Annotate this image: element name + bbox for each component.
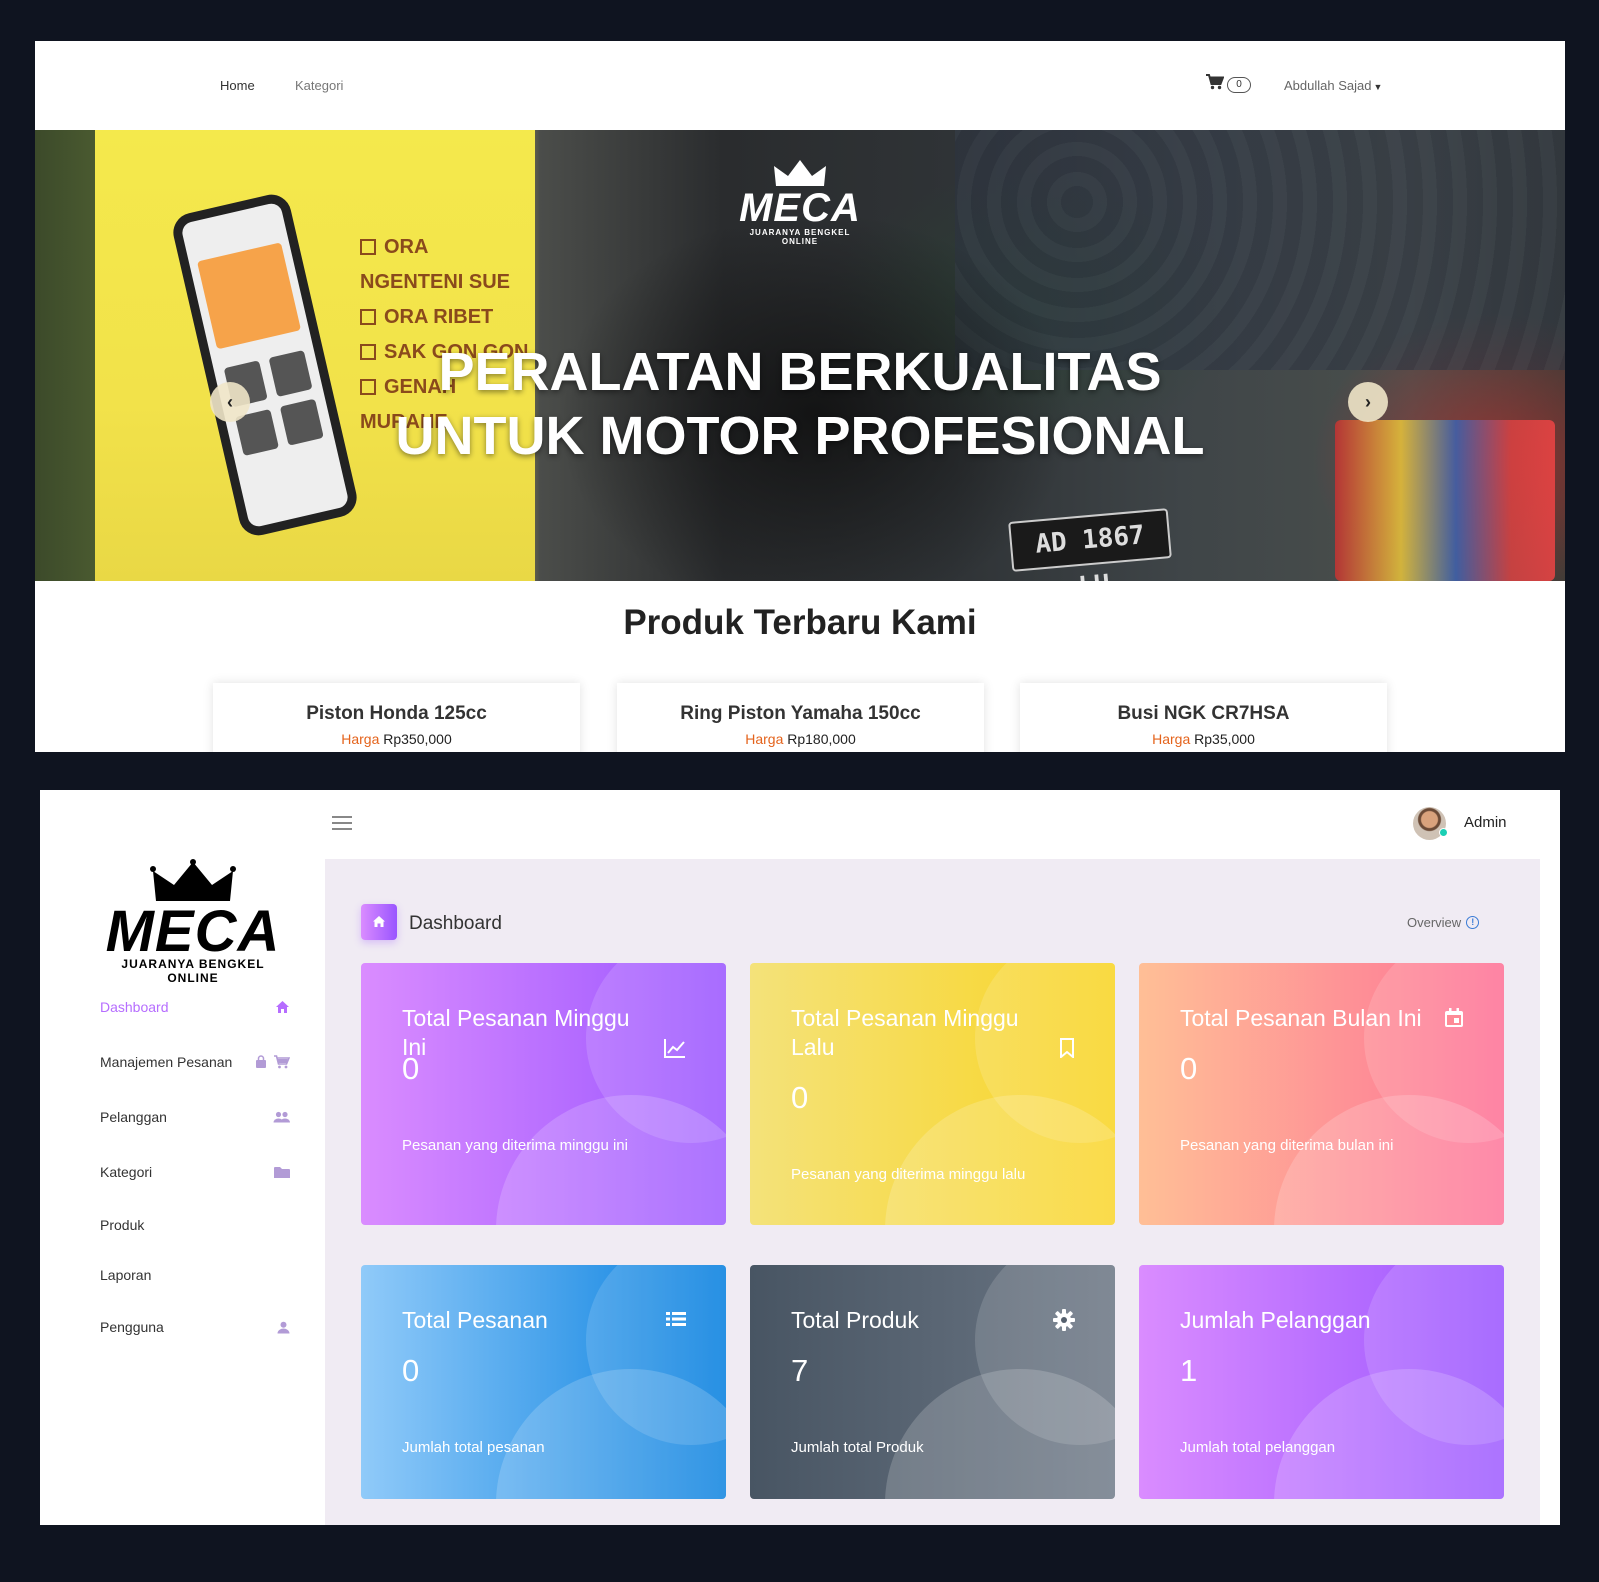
overview-link[interactable]: Overview ! (1407, 915, 1480, 930)
sidebar-item-label: Produk (100, 1217, 145, 1233)
nav-home-link[interactable]: Home (220, 78, 255, 93)
stat-card-last-week-orders[interactable]: Total Pesanan Minggu Lalu 0 Pesanan yang… (750, 963, 1115, 1225)
online-status-dot (1439, 828, 1448, 837)
hero-title: PERALATAN BERKUALITAS UNTUK MOTOR PROFES… (395, 342, 1205, 466)
stat-card-total-products[interactable]: Total Produk 7 Jumlah total Produk (750, 1265, 1115, 1499)
cart-button[interactable]: 0 (1206, 74, 1251, 95)
cart-icon (274, 1055, 290, 1069)
stat-card-value: 7 (791, 1353, 809, 1388)
stat-card-title: Total Produk (791, 1307, 919, 1333)
admin-user-name[interactable]: Admin (1464, 814, 1507, 831)
sidebar-item-laporan[interactable]: Laporan (100, 1263, 290, 1287)
sidebar-item-label: Kategori (100, 1164, 153, 1180)
product-name: Busi NGK CR7HSA (1117, 703, 1290, 724)
stat-card-value: 0 (402, 1051, 420, 1086)
overview-label: Overview (1407, 915, 1462, 930)
hero-carousel: ORA NGENTENI SUE ORA RIBET SAK GON GON G… (35, 130, 1565, 581)
admin-panel: Admin MECA JUARANYA BENGKEL ONLINE Dashb… (40, 790, 1560, 1525)
stat-card-description: Pesanan yang diterima bulan ini (1180, 1137, 1394, 1154)
stat-card-value: 1 (1180, 1353, 1198, 1388)
list-icon (666, 1311, 686, 1332)
admin-header: Admin (40, 790, 1560, 859)
stat-card-monthly-orders[interactable]: Total Pesanan Bulan Ini 0 Pesanan yang d… (1139, 963, 1504, 1225)
calendar-icon (1444, 1008, 1464, 1033)
gear-icon (1053, 1309, 1075, 1336)
home-icon (276, 1001, 289, 1013)
crown-icon (774, 160, 826, 186)
crown-icon (150, 859, 236, 901)
chevron-right-icon: › (1365, 392, 1371, 412)
stat-card-description: Pesanan yang diterima minggu lalu (791, 1166, 1026, 1183)
users-icon (273, 1111, 290, 1123)
stat-card-description: Jumlah total pelanggan (1180, 1439, 1336, 1456)
sidebar-item-pelanggan[interactable]: Pelanggan (100, 1105, 290, 1129)
page-header-icon (361, 904, 397, 940)
section-title: Produk Terbaru Kami (623, 603, 977, 642)
stat-card-value: 0 (1180, 1051, 1198, 1086)
checkbox-icon (360, 309, 376, 325)
bag-icon (256, 1055, 266, 1068)
product-price: Harga Rp35,000 (1152, 731, 1255, 747)
stat-card-title: Total Pesanan Minggu Ini (402, 1005, 630, 1060)
stat-card-title: Jumlah Pelanggan (1180, 1307, 1371, 1333)
top-navbar: Home Kategori 0 Abdullah Sajad ▼ (35, 41, 1565, 130)
sidebar-logo[interactable]: MECA JUARANYA BENGKEL ONLINE (98, 859, 288, 985)
stat-card-description: Jumlah total pesanan (402, 1439, 545, 1456)
cart-count-badge: 0 (1227, 76, 1251, 93)
user-dropdown[interactable]: Abdullah Sajad ▼ (1284, 78, 1382, 93)
chevron-down-icon: ▼ (1373, 82, 1383, 92)
stat-card-weekly-orders[interactable]: Total Pesanan Minggu Ini 0 Pesanan yang … (361, 963, 726, 1225)
cart-icon (1206, 74, 1225, 95)
user-dropdown-label: Abdullah Sajad (1284, 78, 1372, 93)
info-icon: ! (1466, 916, 1480, 929)
storefront-panel: Home Kategori 0 Abdullah Sajad ▼ ORA NGEN… (35, 41, 1565, 752)
dashboard-content: Dashboard Overview ! Total Pesanan Mingg… (325, 859, 1540, 1525)
product-name: Ring Piston Yamaha 150cc (680, 703, 921, 724)
sidebar-item-pengguna[interactable]: Pengguna (100, 1315, 290, 1339)
carousel-next-button[interactable]: › (1348, 382, 1388, 422)
sidebar: MECA JUARANYA BENGKEL ONLINE Dashboard M… (40, 859, 325, 1525)
product-price: Harga Rp350,000 (341, 731, 452, 747)
product-card[interactable]: Ring Piston Yamaha 150cc Harga Rp180,000 (617, 683, 984, 752)
stat-card-value: 0 (402, 1353, 420, 1388)
hamburger-icon[interactable] (332, 816, 352, 830)
product-card[interactable]: Piston Honda 125cc Harga Rp350,000 (213, 683, 580, 752)
stat-card-title: Total Pesanan Bulan Ini (1180, 1005, 1422, 1031)
stat-card-value: 0 (791, 1080, 809, 1115)
nav-kategori-link[interactable]: Kategori (295, 78, 343, 93)
hero-logo: MECA JUARANYA BENGKEL ONLINE (735, 158, 865, 246)
chevron-left-icon: ‹ (227, 392, 233, 412)
sidebar-item-label: Manajemen Pesanan (100, 1054, 233, 1070)
folder-icon (274, 1166, 290, 1178)
sidebar-item-label: Pengguna (100, 1319, 164, 1335)
avatar[interactable] (1413, 807, 1448, 840)
stat-card-description: Jumlah total Produk (791, 1439, 924, 1456)
chart-line-icon (664, 1038, 686, 1063)
stat-card-total-customers[interactable]: Jumlah Pelanggan 1 Jumlah total pelangga… (1139, 1265, 1504, 1499)
product-name: Piston Honda 125cc (306, 703, 487, 724)
sidebar-item-manajemen-pesanan[interactable]: Manajemen Pesanan (100, 1050, 290, 1074)
sidebar-item-label: Dashboard (100, 999, 169, 1015)
user-icon (277, 1321, 290, 1333)
sidebar-item-produk[interactable]: Produk (100, 1213, 290, 1237)
sidebar-item-kategori[interactable]: Kategori (100, 1160, 290, 1184)
stat-card-title: Total Pesanan (402, 1307, 548, 1333)
stat-card-description: Pesanan yang diterima minggu ini (402, 1137, 628, 1154)
sidebar-item-label: Laporan (100, 1267, 152, 1283)
stat-card-title: Total Pesanan Minggu Lalu (791, 1005, 1019, 1060)
stat-card-total-orders[interactable]: Total Pesanan 0 Jumlah total pesanan (361, 1265, 726, 1499)
checkbox-icon (360, 239, 376, 255)
bookmark-icon (1059, 1038, 1075, 1063)
product-price: Harga Rp180,000 (745, 731, 856, 747)
sidebar-item-dashboard[interactable]: Dashboard (100, 995, 290, 1019)
carousel-prev-button[interactable]: ‹ (210, 382, 250, 422)
product-card[interactable]: Busi NGK CR7HSA Harga Rp35,000 (1020, 683, 1387, 752)
page-title: Dashboard (409, 913, 502, 934)
sidebar-item-label: Pelanggan (100, 1109, 167, 1125)
home-icon (373, 916, 385, 927)
